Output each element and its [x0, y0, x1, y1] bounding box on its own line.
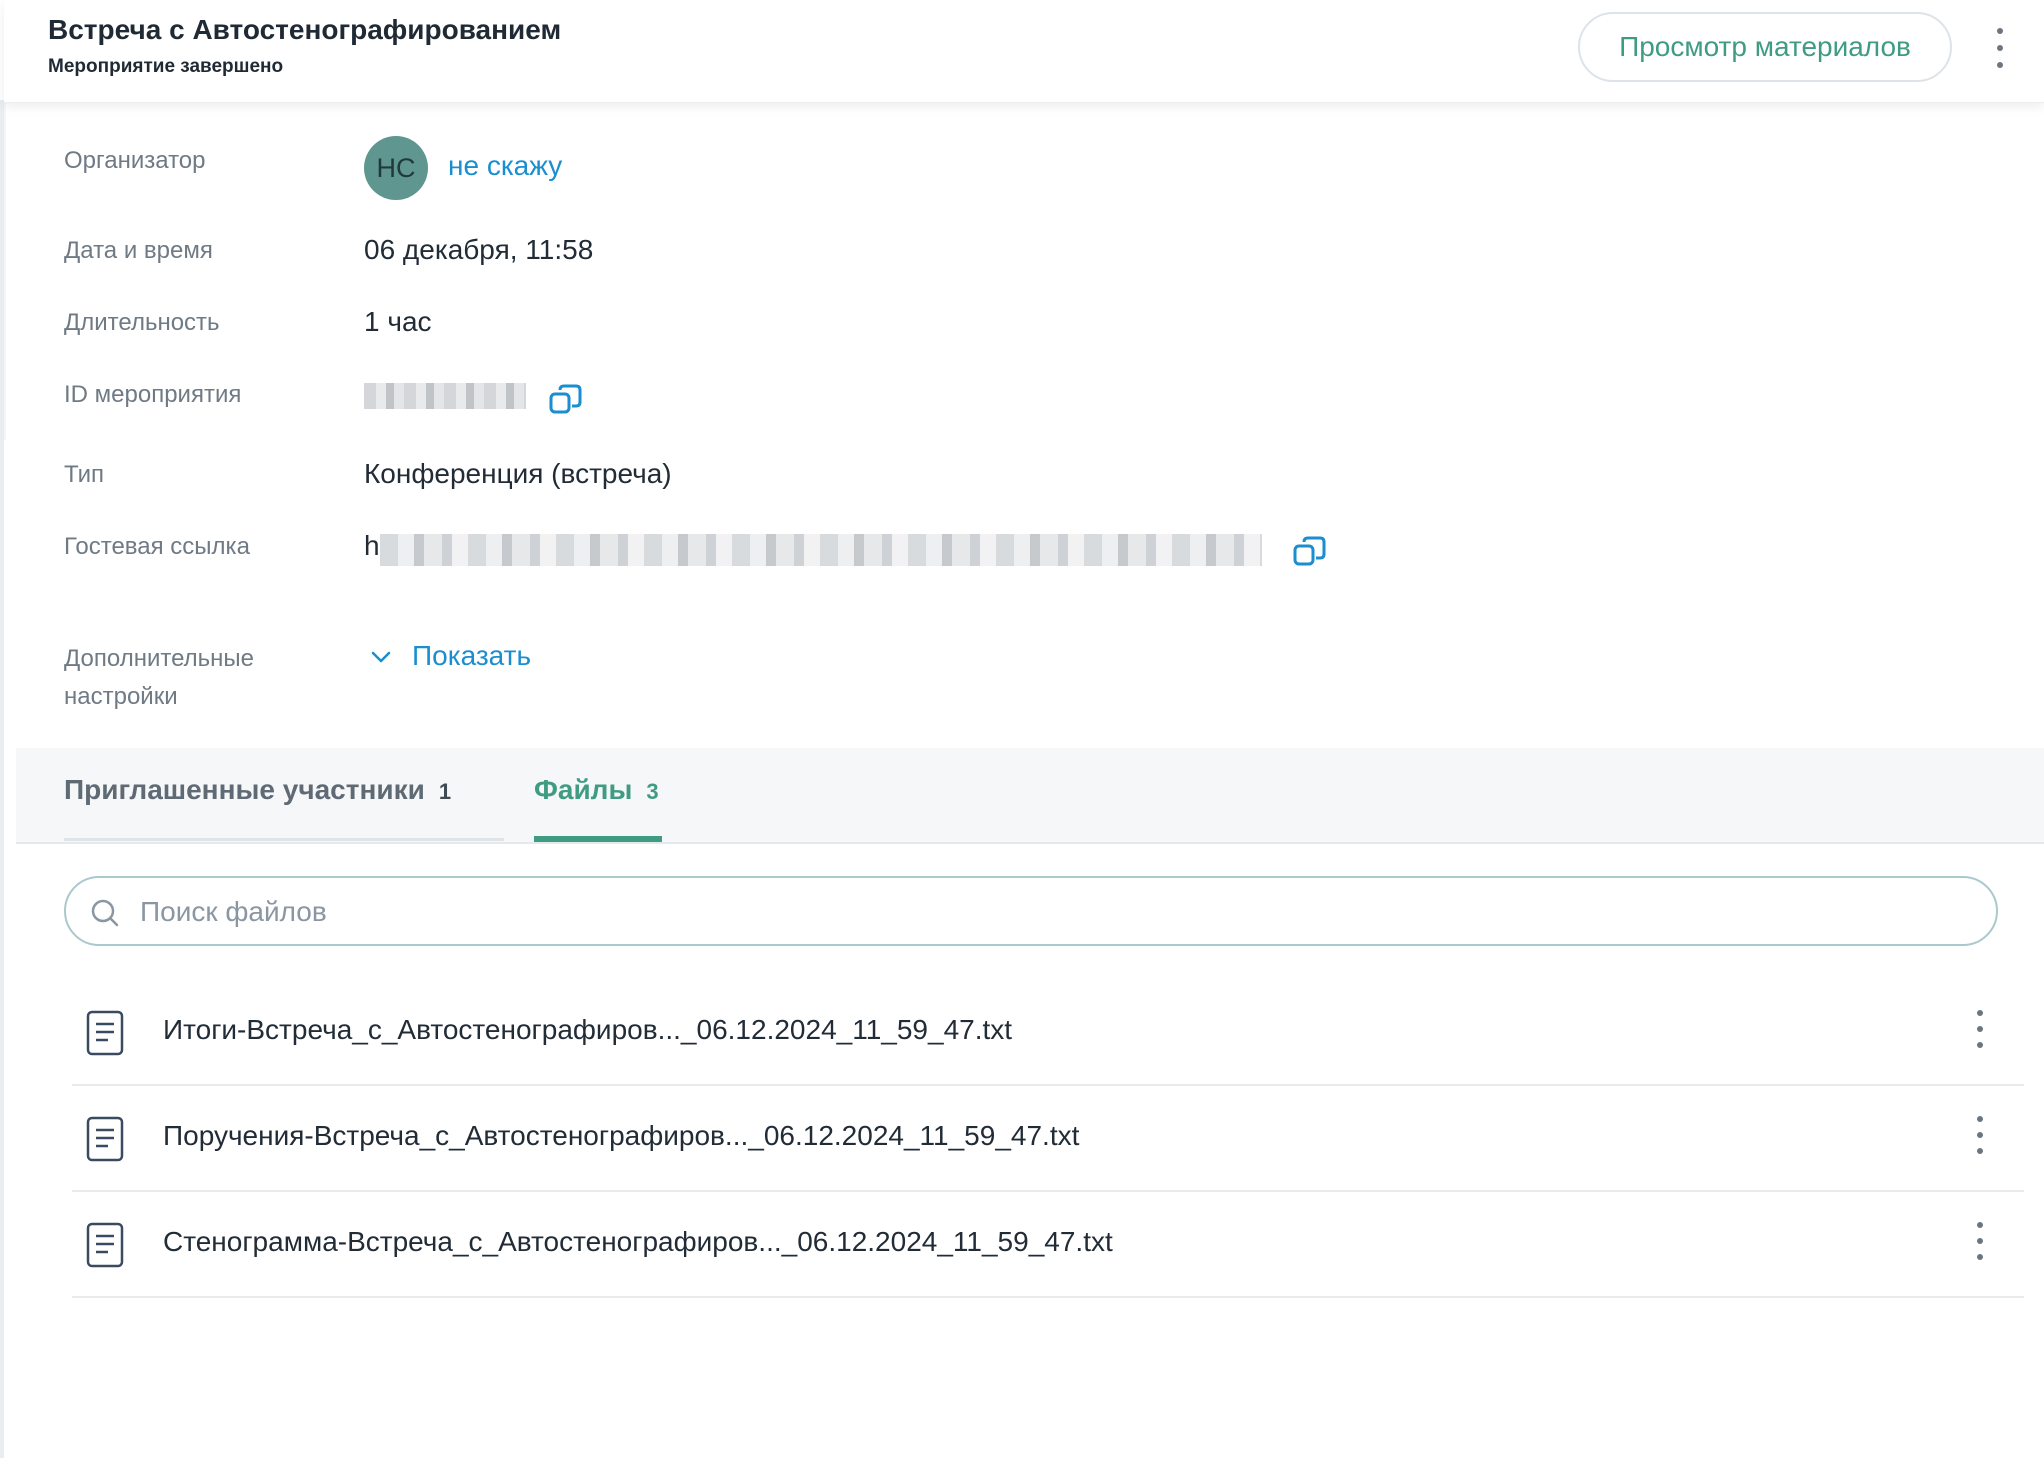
avatar: НС [364, 136, 428, 200]
active-tab-indicator [534, 836, 662, 842]
event-header: Встреча с Автостенографированием Меропри… [4, 0, 2044, 103]
file-name[interactable]: Итоги-Встреча_с_Автостенографиров..._06.… [163, 1014, 1012, 1046]
copy-icon[interactable] [548, 382, 584, 418]
tab-divider [64, 838, 504, 841]
search-icon [91, 899, 119, 927]
show-extra-settings-link[interactable]: Показать [412, 640, 531, 672]
search-input[interactable] [138, 888, 1962, 936]
organizer-name-link[interactable]: не скажу [448, 150, 562, 182]
tab-files[interactable]: Файлы 3 [534, 774, 659, 806]
type-label: Тип [64, 461, 105, 488]
tab-invited-participants[interactable]: Приглашенные участники 1 [64, 774, 451, 806]
organizer-label: Организатор [64, 147, 206, 174]
text-file-icon [86, 1010, 124, 1056]
event-id-redacted [364, 383, 526, 409]
datetime-label: Дата и время [64, 237, 213, 264]
tab-count: 3 [646, 779, 659, 804]
file-row[interactable]: Итоги-Встреча_с_Автостенографиров..._06.… [72, 978, 2024, 1086]
view-materials-button[interactable]: Просмотр материалов [1578, 12, 1952, 82]
more-vertical-icon[interactable] [1970, 1116, 1990, 1154]
more-vertical-icon[interactable] [1970, 1222, 1990, 1260]
file-search-box[interactable] [64, 876, 1998, 946]
file-name[interactable]: Поручения-Встреча_с_Автостенографиров...… [163, 1120, 1079, 1152]
event-status: Мероприятие завершено [48, 56, 284, 77]
page-title: Встреча с Автостенографированием [48, 14, 562, 45]
more-vertical-icon[interactable] [1970, 1010, 1990, 1048]
duration-value: 1 час [364, 306, 432, 337]
file-row[interactable]: Поручения-Встреча_с_Автостенографиров...… [72, 1084, 2024, 1192]
guest-link-redacted [380, 534, 1262, 566]
guest-link-prefix: h [364, 530, 380, 561]
more-vertical-icon[interactable] [1990, 28, 2010, 68]
copy-icon[interactable] [1292, 534, 1328, 570]
chevron-down-icon[interactable] [370, 650, 392, 664]
text-file-icon [86, 1116, 124, 1162]
datetime-value: 06 декабря, 11:58 [364, 234, 594, 265]
file-name[interactable]: Стенограмма-Встреча_с_Автостенографиров.… [163, 1226, 1113, 1258]
duration-label: Длительность [64, 309, 220, 336]
file-row[interactable]: Стенограмма-Встреча_с_Автостенографиров.… [72, 1190, 2024, 1298]
tab-count: 1 [438, 779, 452, 804]
type-value: Конференция (встреча) [364, 458, 672, 489]
tab-label: Приглашенные участники [64, 774, 425, 805]
tab-label: Файлы [534, 774, 633, 805]
extra-settings-label-line2: настройки [64, 683, 178, 710]
extra-settings-label-line1: Дополнительные [64, 645, 254, 672]
guest-link-label: Гостевая ссылка [64, 533, 250, 560]
event-id-label: ID мероприятия [64, 381, 242, 408]
left-edge-shade [4, 100, 6, 440]
text-file-icon [86, 1222, 124, 1268]
